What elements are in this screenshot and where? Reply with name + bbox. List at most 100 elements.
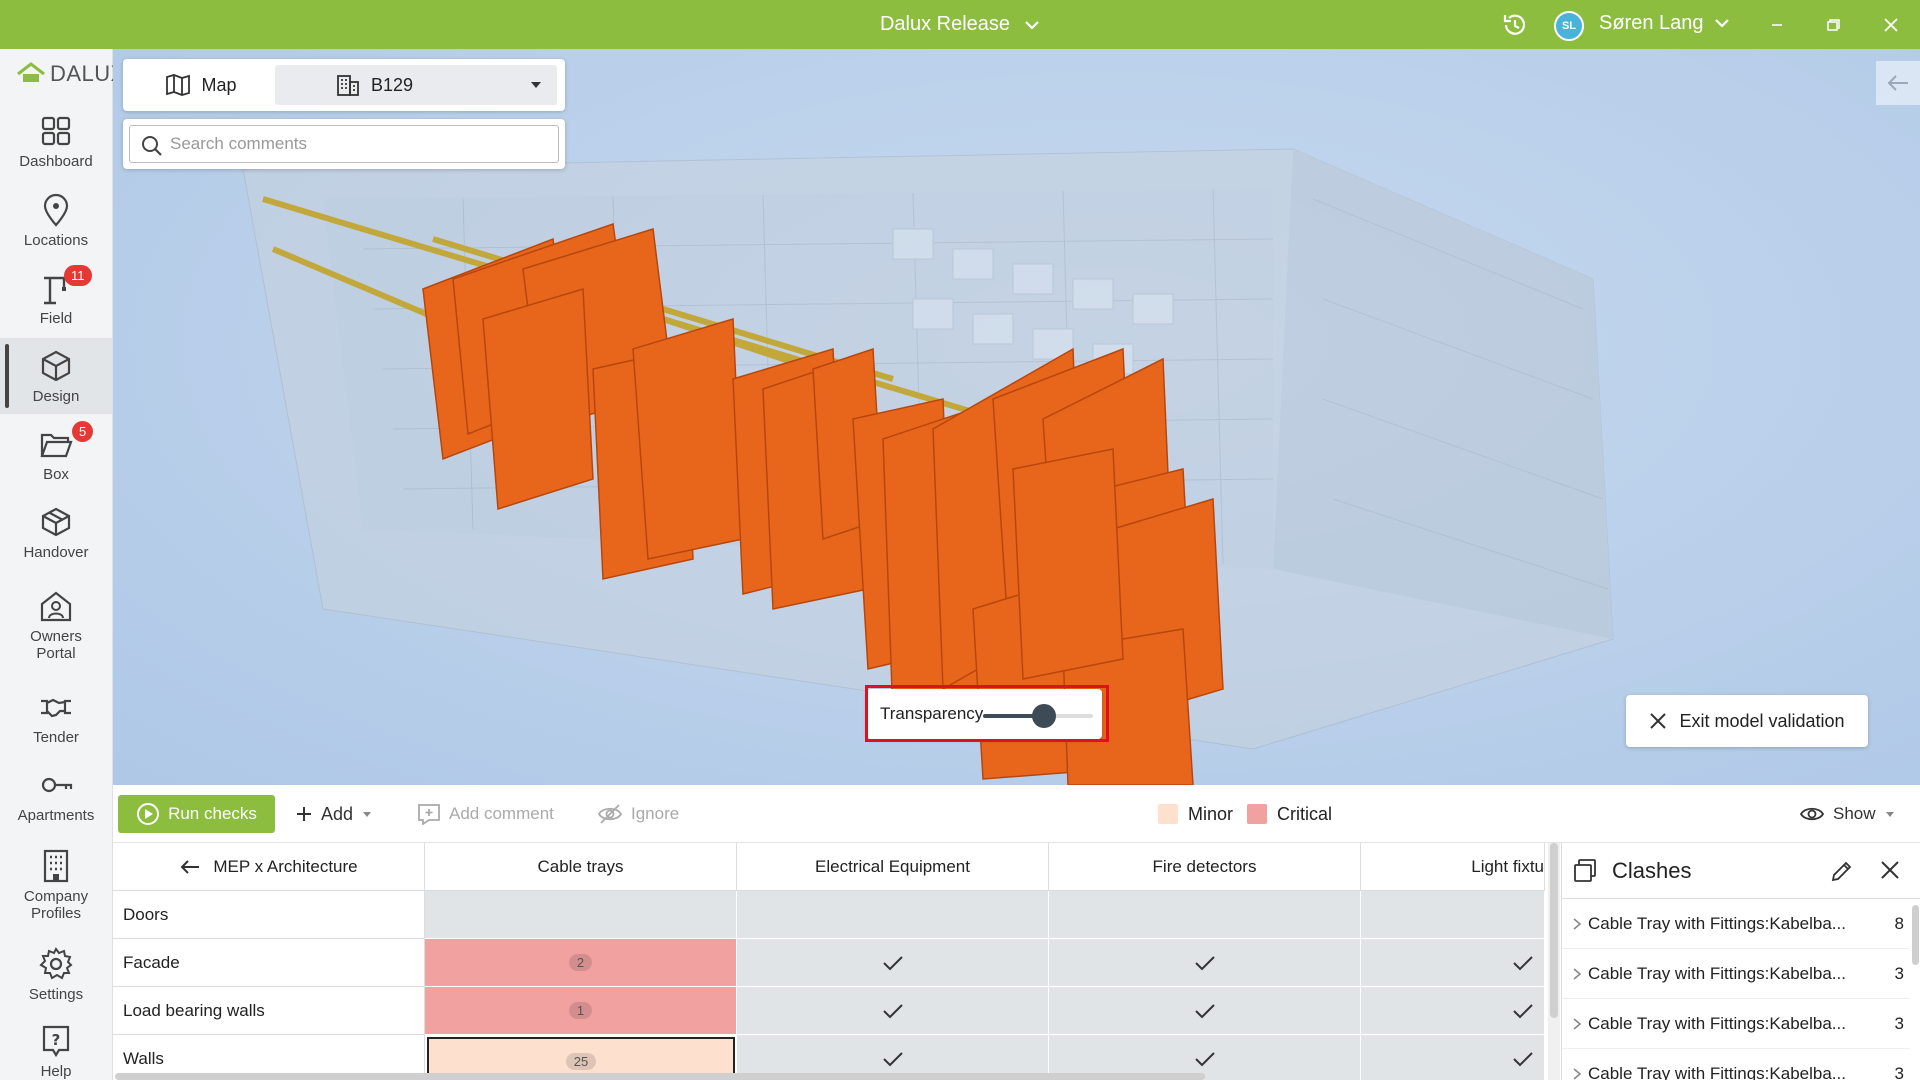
eye-off-icon bbox=[597, 804, 623, 824]
clash-name: Cable Tray with Fittings:Kabelba... bbox=[1588, 913, 1846, 933]
row-header[interactable]: Facade bbox=[113, 939, 425, 987]
matrix-cell[interactable] bbox=[1049, 987, 1361, 1035]
sidebar-item-label: Settings bbox=[28, 985, 84, 1003]
matrix-cell[interactable] bbox=[1361, 939, 1545, 987]
sidebar-item-box[interactable]: Box 5 bbox=[0, 416, 112, 492]
sidebar-item-settings[interactable]: Settings bbox=[0, 936, 112, 1012]
matrix-cell[interactable] bbox=[1049, 891, 1361, 939]
play-circle-icon bbox=[137, 803, 160, 825]
box-icon bbox=[41, 507, 71, 536]
sidebar-item-dashboard[interactable]: Dashboard bbox=[0, 103, 112, 179]
notification-badge: 5 bbox=[72, 421, 94, 442]
matrix-title[interactable]: MEP x Architecture bbox=[113, 843, 425, 891]
sidebar-item-tender[interactable]: Tender bbox=[0, 679, 112, 755]
ignore-button[interactable]: Ignore bbox=[597, 795, 679, 833]
sidebar-item-label: Design bbox=[32, 387, 80, 405]
clash-list-item[interactable]: Cable Tray with Fittings:Kabelba... 3 bbox=[1562, 949, 1910, 999]
add-button[interactable]: Add bbox=[295, 795, 373, 833]
arrow-left-icon[interactable] bbox=[179, 858, 201, 876]
logo[interactable]: DALUX bbox=[16, 61, 126, 87]
matrix-cell[interactable] bbox=[1361, 891, 1545, 939]
sidebar-item-apartments[interactable]: Apartments bbox=[0, 757, 112, 833]
clash-count: 8 bbox=[1894, 913, 1904, 933]
clashes-scrollbar[interactable] bbox=[1909, 899, 1920, 1080]
sidebar-item-label: Handover bbox=[23, 543, 89, 561]
plus-icon bbox=[297, 807, 311, 821]
sidebar-item-field[interactable]: Field 11 bbox=[0, 260, 112, 336]
close-icon[interactable] bbox=[1878, 12, 1904, 38]
notification-badge: 11 bbox=[64, 265, 92, 286]
matrix-cell[interactable] bbox=[1361, 987, 1545, 1035]
key-icon bbox=[41, 777, 73, 792]
check-icon bbox=[1194, 955, 1215, 970]
check-icon bbox=[882, 1003, 903, 1018]
clash-name: Cable Tray with Fittings:Kabelba... bbox=[1588, 1013, 1846, 1033]
row-header[interactable]: Doors bbox=[113, 891, 425, 939]
check-icon bbox=[1513, 1051, 1533, 1066]
sidebar-item-design[interactable]: Design bbox=[0, 338, 112, 414]
clash-list-item[interactable]: Cable Tray with Fittings:Kabelba... 8 bbox=[1562, 899, 1910, 949]
building-select[interactable]: B129 bbox=[275, 65, 557, 105]
sidebar-item-label: Field bbox=[39, 309, 73, 327]
matrix-cell[interactable] bbox=[737, 987, 1049, 1035]
sidebar-item-owners-portal[interactable]: Owners Portal bbox=[0, 582, 112, 668]
user-name[interactable]: Søren Lang bbox=[1599, 12, 1704, 35]
arrow-left-icon bbox=[1887, 75, 1908, 91]
avatar[interactable]: SL bbox=[1554, 11, 1584, 41]
add-comment-button[interactable]: Add comment bbox=[417, 795, 554, 833]
check-icon bbox=[1194, 1051, 1215, 1066]
minimize-icon[interactable] bbox=[1764, 12, 1790, 38]
matrix-cell[interactable] bbox=[737, 891, 1049, 939]
clash-name: Cable Tray with Fittings:Kabelba... bbox=[1588, 963, 1846, 983]
scrollbar-thumb[interactable] bbox=[1912, 905, 1919, 965]
clashes-title: Clashes bbox=[1612, 858, 1692, 883]
close-icon[interactable] bbox=[1879, 859, 1901, 881]
check-icon bbox=[1194, 1003, 1215, 1018]
show-button[interactable]: Show bbox=[1799, 795, 1896, 833]
house-user-icon bbox=[40, 591, 72, 622]
check-icon bbox=[882, 1051, 903, 1066]
run-checks-button[interactable]: Run checks bbox=[118, 795, 275, 833]
chevron-down-icon[interactable] bbox=[1714, 14, 1730, 32]
clash-count: 3 bbox=[1894, 1063, 1904, 1080]
column-header[interactable]: Cable trays bbox=[425, 843, 737, 891]
map-tab[interactable]: Map bbox=[133, 65, 269, 105]
history-icon[interactable] bbox=[1500, 10, 1530, 40]
validation-toolbar: Run checks Add Add comment Ignore Minor … bbox=[113, 785, 1920, 843]
map-panel: Map B129 bbox=[123, 59, 565, 111]
search-input[interactable] bbox=[129, 125, 559, 163]
matrix-cell[interactable] bbox=[1049, 939, 1361, 987]
matrix-cell[interactable] bbox=[425, 891, 737, 939]
model-viewport[interactable]: Map B129 Transparency Exit model validat… bbox=[113, 49, 1920, 785]
sidebar-item-label: Owners Portal bbox=[30, 628, 82, 662]
scrollbar-thumb[interactable] bbox=[115, 1073, 1205, 1080]
scrollbar-thumb[interactable] bbox=[1550, 843, 1558, 1018]
column-header[interactable]: Light fixtu bbox=[1361, 843, 1545, 891]
sidebar-item-handover[interactable]: Handover bbox=[0, 494, 112, 570]
collapse-panel-button[interactable] bbox=[1876, 61, 1920, 105]
clash-list-item[interactable]: Cable Tray with Fittings:Kabelba... 3 bbox=[1562, 1049, 1910, 1080]
clashes-icon bbox=[1574, 859, 1596, 882]
matrix-horizontal-scrollbar[interactable] bbox=[113, 1072, 1545, 1080]
matrix-vertical-scrollbar[interactable] bbox=[1548, 843, 1560, 1080]
restore-icon[interactable] bbox=[1820, 12, 1846, 38]
pencil-icon[interactable] bbox=[1830, 859, 1854, 883]
sidebar-item-company-profiles[interactable]: Company Profiles bbox=[0, 839, 112, 931]
add-comment-icon bbox=[418, 804, 440, 825]
matrix-cell-critical[interactable]: 2 bbox=[425, 939, 737, 987]
ignore-label: Ignore bbox=[631, 804, 680, 823]
column-header[interactable]: Electrical Equipment bbox=[737, 843, 1049, 891]
search-icon bbox=[142, 136, 162, 156]
clashes-header: Clashes bbox=[1562, 843, 1920, 899]
column-header[interactable]: Fire detectors bbox=[1049, 843, 1361, 891]
sidebar-item-help[interactable]: ? Help bbox=[0, 1013, 112, 1080]
exit-model-validation-button[interactable]: Exit model validation bbox=[1626, 695, 1868, 747]
title-bar: Dalux Release SL Søren Lang bbox=[0, 0, 1920, 49]
clash-list-item[interactable]: Cable Tray with Fittings:Kabelba... 3 bbox=[1562, 999, 1910, 1049]
sidebar-item-label: Apartments bbox=[17, 806, 95, 824]
matrix-cell-critical[interactable]: 1 bbox=[425, 987, 737, 1035]
sidebar-item-locations[interactable]: Locations bbox=[0, 182, 112, 258]
matrix-cell[interactable] bbox=[737, 939, 1049, 987]
row-header[interactable]: Load bearing walls bbox=[113, 987, 425, 1035]
show-label: Show bbox=[1833, 804, 1876, 823]
